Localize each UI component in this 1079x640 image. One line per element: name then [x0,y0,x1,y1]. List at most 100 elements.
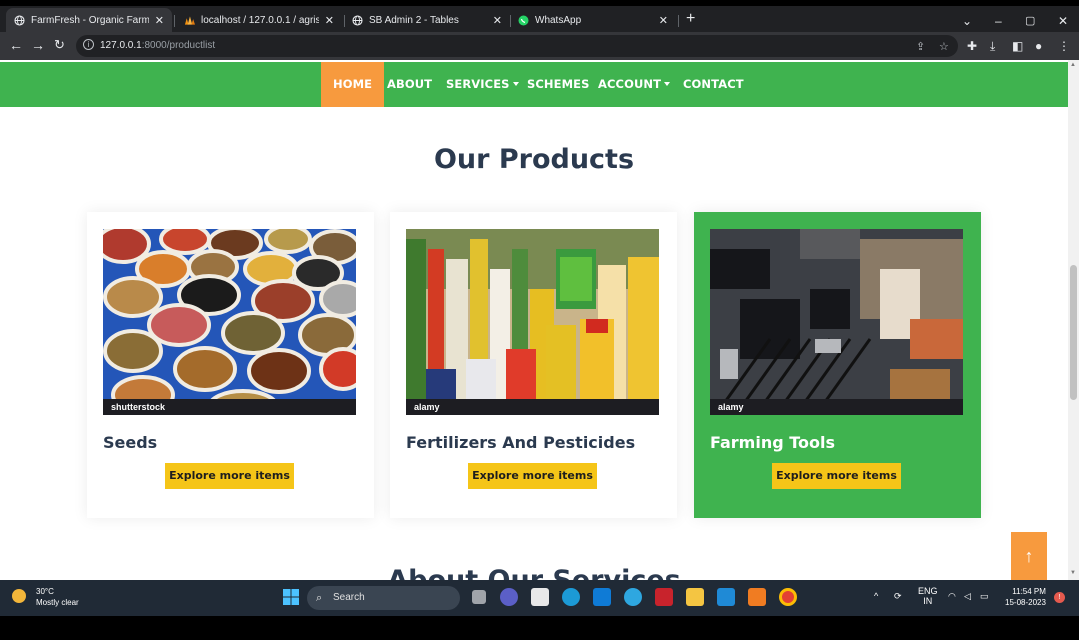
lang-line1: ENG [918,586,938,596]
close-tab-icon[interactable]: ✕ [325,14,334,27]
edge-icon[interactable] [562,588,580,606]
volume-icon[interactable]: ◁ [964,591,971,602]
clock-date: 15-08-2023 [1005,598,1046,607]
close-tab-icon[interactable]: ✕ [493,14,502,27]
scroll-up-arrow-icon[interactable]: ▲ [1070,62,1076,68]
whatsapp-icon [518,15,529,26]
globe-icon [14,14,25,26]
nav-account-label: ACCOUNT [598,77,662,91]
windows-start-icon[interactable] [282,588,300,606]
product-name: Fertilizers And Pesticides [406,433,636,452]
url-path: :8000/productlist [141,40,216,51]
sync-icon[interactable]: ⟳ [894,591,902,602]
new-tab-button[interactable]: + [686,10,695,28]
scroll-down-arrow-icon[interactable]: ▼ [1070,570,1076,576]
globe-icon [352,14,363,26]
product-card-farming-tools: alamy Farming Tools Explore more items [694,212,981,518]
taskbar-search[interactable]: ⌕ Search [307,586,460,610]
scrollbar-thumb[interactable] [1070,265,1077,400]
nav-schemes[interactable]: SCHEMES [527,62,589,107]
browser-toolbar: ← → ↻ i 127.0.0.1:8000/productlist ⇪ ☆ ✚… [0,32,1079,60]
image-watermark: alamy [406,399,659,415]
browser-tab-phpmyadmin[interactable]: localhost / 127.0.0.1 / agriserve / ✕ [176,8,342,32]
extensions-icon[interactable]: ✚ [967,39,977,53]
lang-line2: IN [923,596,933,606]
about-services-heading: About Our Services [0,565,1068,580]
browser-tab-whatsapp[interactable]: WhatsApp ✕ [510,8,676,32]
phpmyadmin-icon [184,15,195,26]
teams-chat-icon[interactable] [500,588,518,606]
nav-home[interactable]: HOME [321,62,385,107]
file-explorer-icon[interactable] [686,588,704,606]
caret-down-icon [512,82,519,86]
tray-overflow-icon[interactable]: ^ [874,591,878,601]
product-name: Seeds [103,433,158,452]
wifi-icon[interactable]: ◠ [948,591,956,602]
download-icon[interactable]: ⤓ [990,39,995,54]
product-card-seeds: shutterstock Seeds Explore more items [87,212,374,518]
product-name: Farming Tools [710,433,836,452]
share-icon[interactable]: ⇪ [916,40,925,53]
nav-services[interactable]: SERVICES [446,62,519,107]
restore-icon[interactable]: ▢ [1025,14,1035,27]
nav-about[interactable]: ABOUT [387,62,432,107]
back-icon[interactable]: ← [9,37,23,53]
caret-down-icon [664,82,671,86]
back-to-top-button[interactable]: ↑ [1011,532,1047,580]
weather-temp: 30°C [36,587,54,596]
page-viewport: HOME ABOUT SERVICES SCHEMES ACCOUNT CONT… [0,60,1068,580]
seeds-image: shutterstock [103,229,356,415]
address-bar[interactable]: i 127.0.0.1:8000/productlist ⇪ ☆ [76,35,958,57]
farming-tools-image: alamy [710,229,963,415]
image-watermark: shutterstock [103,399,356,415]
tab-title: FarmFresh - Organic Farm Websi [31,14,149,26]
tab-title: SB Admin 2 - Tables [369,14,459,26]
task-view-icon[interactable] [472,590,486,604]
browser-tab-farmfresh[interactable]: FarmFresh - Organic Farm Websi ✕ [6,8,172,32]
language-indicator[interactable]: ENG IN [918,586,938,606]
nav-contact[interactable]: CONTACT [683,62,744,107]
tab-title: localhost / 127.0.0.1 / agriserve / [201,14,319,26]
store-icon[interactable] [593,588,611,606]
moon-icon [12,589,26,603]
system-clock[interactable]: 11:54 PM 15-08-2023 [1005,586,1046,608]
nav-services-label: SERVICES [446,77,510,91]
close-window-icon[interactable]: ✕ [1058,14,1068,28]
chrome-icon[interactable] [779,588,797,606]
browser-tab-strip: FarmFresh - Organic Farm Websi ✕ localho… [0,6,1079,32]
app-icon[interactable] [624,588,642,606]
reload-icon[interactable]: ↻ [54,37,65,53]
tab-search-chevron-icon[interactable]: ⌄ [962,14,972,28]
nav-account[interactable]: ACCOUNT [598,62,671,107]
forward-icon[interactable]: → [31,37,45,53]
windows-taskbar: 30°C Mostly clear ⌕ Search ^ ⟳ ENG IN ◠ ◁ … [0,580,1079,616]
page-scrollbar[interactable]: ▲ ▼ [1068,60,1079,580]
explore-fertilizers-button[interactable]: Explore more items [468,463,597,489]
minimize-icon[interactable]: – [995,14,1002,28]
site-info-icon[interactable]: i [83,39,94,50]
battery-icon[interactable]: ▭ [980,591,989,602]
search-icon: ⌕ [316,592,323,604]
mcafee-icon[interactable] [655,588,673,606]
explore-farming-tools-button[interactable]: Explore more items [772,463,901,489]
section-title: Our Products [433,144,635,175]
browser-tab-sb-admin[interactable]: SB Admin 2 - Tables ✕ [344,8,510,32]
notification-icon[interactable]: ! [1054,592,1065,603]
search-placeholder: Search [333,592,365,603]
profile-icon[interactable]: ● [1035,39,1042,53]
clock-time: 11:54 PM [1012,587,1046,596]
menu-kebab-icon[interactable]: ⋮ [1058,39,1070,53]
image-watermark: alamy [710,399,963,415]
fertilizers-image: alamy [406,229,659,415]
close-tab-icon[interactable]: ✕ [659,14,668,27]
side-panel-icon[interactable]: ◧ [1012,39,1023,53]
vscode-icon[interactable] [717,588,735,606]
url-host: 127.0.0.1 [100,40,142,51]
product-card-fertilizers: alamy Fertilizers And Pesticides Explore… [390,212,677,518]
calendar-app-icon[interactable] [531,588,549,606]
xampp-icon[interactable] [748,588,766,606]
bookmark-star-icon[interactable]: ☆ [939,40,949,53]
explore-seeds-button[interactable]: Explore more items [165,463,294,489]
close-tab-icon[interactable]: ✕ [155,14,164,27]
tab-title: WhatsApp [535,14,582,26]
